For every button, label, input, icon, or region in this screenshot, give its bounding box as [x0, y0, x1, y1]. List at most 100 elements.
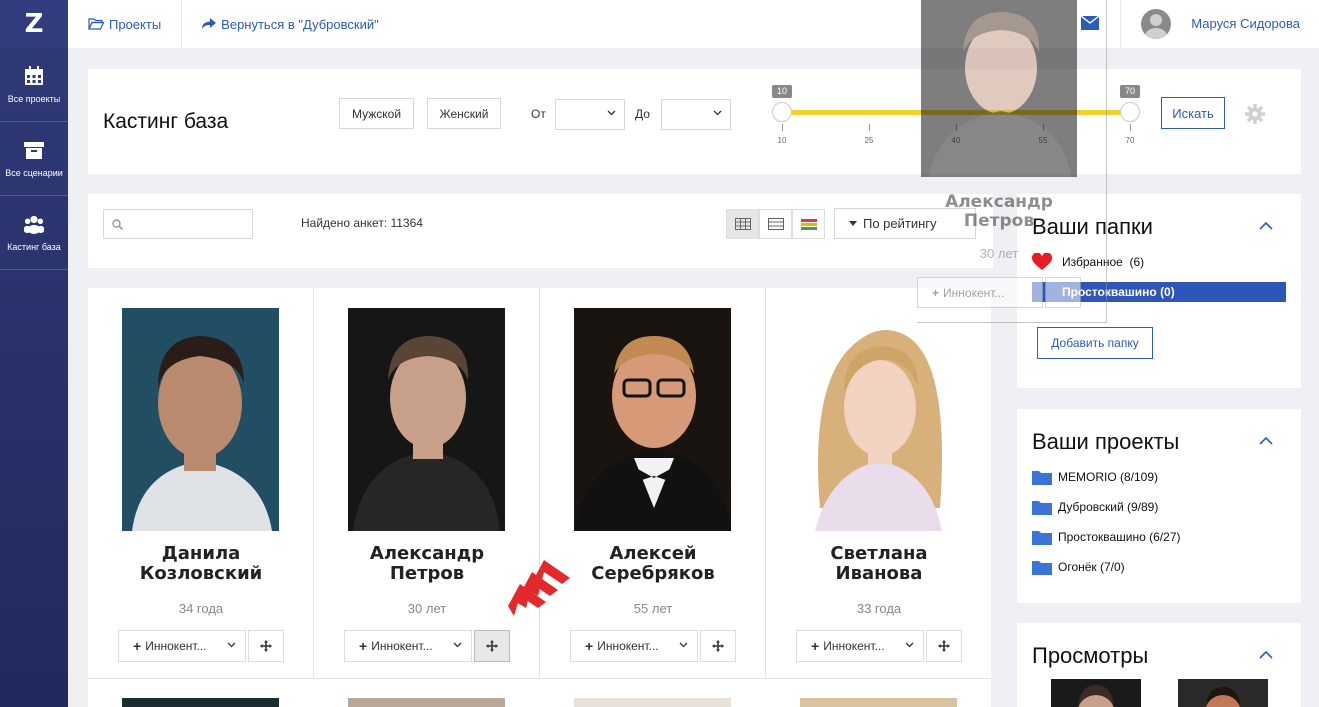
- project-item-ogonek[interactable]: Огонёк (7/0): [1032, 557, 1125, 577]
- filter-panel: Кастинг база Мужской Женский От До 10 70…: [88, 69, 1301, 174]
- chevron-down-icon: [905, 642, 914, 648]
- list-icon: [767, 218, 784, 230]
- sidebar-item-casting-base[interactable]: Кастинг база: [0, 196, 68, 270]
- actor-photo[interactable]: [800, 308, 957, 531]
- actor-photo[interactable]: [800, 698, 957, 707]
- plus-icon: +: [585, 638, 594, 654]
- actor-name[interactable]: Светлана Иванова: [766, 544, 992, 584]
- add-folder-button[interactable]: Добавить папку: [1037, 327, 1153, 359]
- avatar[interactable]: [1141, 9, 1171, 39]
- sidebar: Z Все проекты Все сценарии Кастинг база: [0, 0, 68, 707]
- range-max-handle[interactable]: [1120, 102, 1140, 122]
- add-to-project-dropdown[interactable]: + Иннокент...: [118, 630, 246, 662]
- age-to-select[interactable]: [661, 99, 731, 130]
- search-icon: [112, 219, 123, 230]
- project-item-prostokvashino[interactable]: Простоквашино (6/27): [1032, 527, 1180, 547]
- actor-name[interactable]: Данила Козловский: [88, 544, 314, 584]
- add-label: Иннокент...: [597, 639, 659, 653]
- chevron-up-icon[interactable]: [1259, 651, 1273, 659]
- table-grid-icon: [734, 218, 751, 230]
- actor-card: Данила Козловский 34 года + Иннокент...: [88, 288, 314, 678]
- male-button[interactable]: Мужской: [339, 98, 414, 129]
- actor-age: 30 лет: [407, 601, 447, 616]
- drag-handle-button[interactable]: [700, 630, 736, 662]
- move-icon: [260, 640, 272, 652]
- views-title: Просмотры: [1032, 643, 1149, 668]
- projects-link[interactable]: Проекты: [68, 0, 183, 48]
- folder-open-icon: [88, 18, 104, 30]
- chevron-down-icon: [607, 110, 616, 116]
- chevron-down-icon: [227, 642, 236, 648]
- actors-grid: Данила Козловский 34 года + Иннокент... Ал…: [88, 288, 991, 707]
- chevron-down-icon: [679, 642, 688, 648]
- divider: [1120, 0, 1121, 48]
- plus-icon: +: [359, 638, 368, 654]
- drag-handle-button[interactable]: [926, 630, 962, 662]
- chevron-up-icon[interactable]: [1259, 222, 1273, 230]
- project-item-memorio[interactable]: MEMORIO (8/109): [1032, 467, 1158, 487]
- sidebar-item-label: Все проекты: [7, 93, 61, 104]
- view-color-button[interactable]: [792, 209, 825, 239]
- plus-icon: +: [811, 638, 820, 654]
- actor-name[interactable]: Алексей Серебряков: [540, 544, 766, 584]
- actor-photo[interactable]: [122, 308, 279, 531]
- view-grid-button[interactable]: [726, 209, 759, 239]
- add-to-project-dropdown[interactable]: + Иннокент...: [796, 630, 924, 662]
- range-min-bubble: 10: [772, 85, 792, 98]
- chevron-up-icon[interactable]: [1259, 437, 1273, 445]
- viewed-actor-photo[interactable]: [1178, 679, 1268, 707]
- add-label: Иннокент...: [823, 639, 885, 653]
- actor-age: 33 года: [856, 601, 902, 616]
- sidebar-item-all-scripts[interactable]: Все сценарии: [0, 122, 68, 196]
- actor-photo[interactable]: [574, 698, 731, 707]
- search-input[interactable]: [103, 209, 253, 239]
- user-name[interactable]: Маруся Сидорова: [1191, 16, 1300, 31]
- gear-icon[interactable]: [1245, 104, 1265, 124]
- back-link[interactable]: Вернуться в "Дубровский": [182, 0, 399, 48]
- drag-handle-button[interactable]: [474, 630, 510, 662]
- female-button[interactable]: Женский: [427, 98, 501, 129]
- add-to-project-dropdown[interactable]: + Иннокент...: [344, 630, 472, 662]
- folder-icon: [1032, 561, 1052, 575]
- project-item-dubrovsky[interactable]: Дубровский (9/89): [1032, 497, 1158, 517]
- move-icon: [938, 640, 950, 652]
- results-toolbar: Найдено анкет: 11364 По рейтингу: [88, 194, 993, 268]
- projects-title: Ваши проекты: [1032, 429, 1180, 454]
- range-tick-label: 70: [1125, 136, 1135, 145]
- range-tick-label: 25: [864, 136, 874, 145]
- move-icon: [712, 640, 724, 652]
- from-label: От: [531, 107, 546, 121]
- view-list-button[interactable]: [759, 209, 792, 239]
- actor-photo[interactable]: [122, 698, 279, 707]
- drag-arrow-icon: [508, 560, 570, 616]
- caret-down-icon: [849, 221, 857, 226]
- drag-handle-button[interactable]: [248, 630, 284, 662]
- age-from-select[interactable]: [555, 99, 625, 130]
- actor-age: 34 года: [178, 601, 224, 616]
- folder-icon: [1032, 471, 1052, 485]
- projects-panel: Ваши проекты MEMORIO (8/109) Дубровский …: [1017, 409, 1301, 603]
- users-icon: [24, 215, 44, 234]
- app-logo[interactable]: Z: [0, 0, 68, 48]
- color-list-icon: [800, 219, 817, 230]
- viewed-actor-photo[interactable]: [1051, 679, 1141, 707]
- range-min-handle[interactable]: [772, 102, 792, 122]
- add-label: Иннокент...: [371, 639, 433, 653]
- actor-name[interactable]: Александр Петров: [314, 544, 540, 584]
- results-count: Найдено анкет: 11364: [301, 216, 423, 230]
- search-button[interactable]: Искать: [1161, 97, 1225, 129]
- drag-ghost-outline: [917, 0, 1107, 323]
- actor-photo[interactable]: [574, 308, 731, 531]
- actor-card: Алексей Серебряков 55 лет + Иннокент...: [540, 288, 766, 678]
- actor-photo[interactable]: [348, 698, 505, 707]
- projects-link-label: Проекты: [109, 16, 162, 32]
- range-tick: [782, 124, 783, 131]
- add-label: Иннокент...: [145, 639, 207, 653]
- sidebar-item-label: Все сценарии: [5, 167, 63, 178]
- share-arrow-icon: [202, 18, 217, 29]
- archive-icon: [24, 141, 44, 159]
- chevron-down-icon: [453, 642, 462, 648]
- actor-photo[interactable]: [348, 308, 505, 531]
- add-to-project-dropdown[interactable]: + Иннокент...: [570, 630, 698, 662]
- sidebar-item-all-projects[interactable]: Все проекты: [0, 48, 68, 122]
